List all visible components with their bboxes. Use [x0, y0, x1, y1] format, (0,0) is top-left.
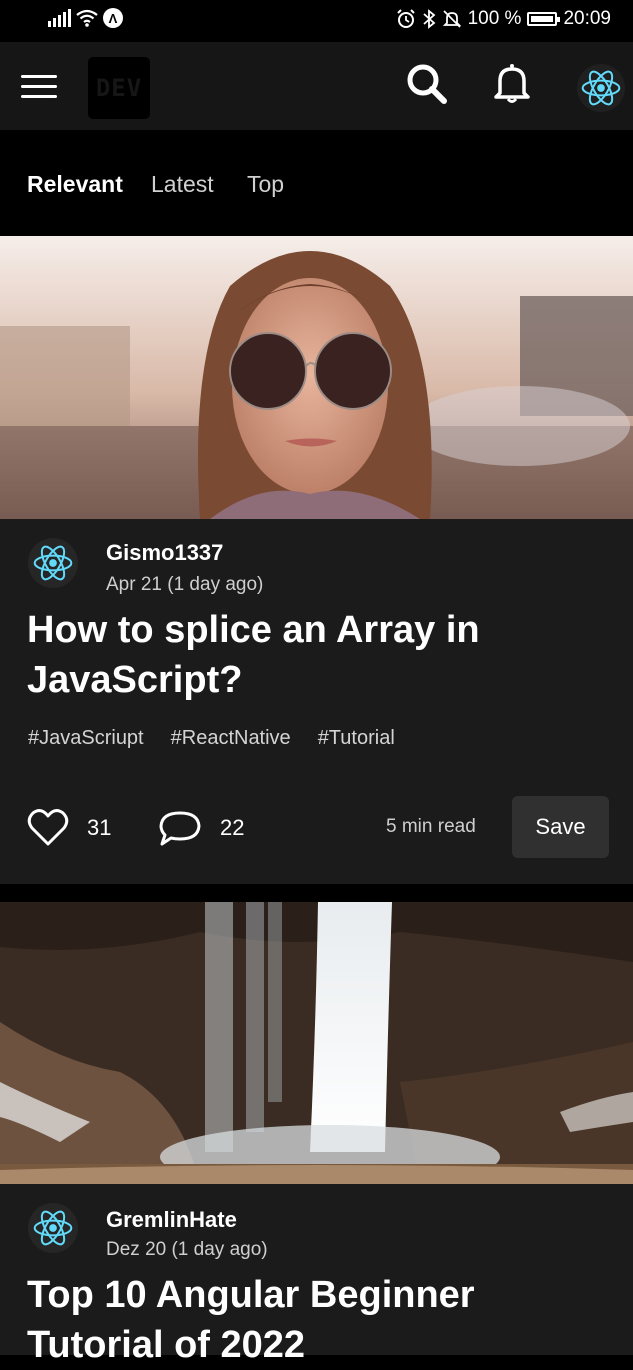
like-button[interactable]: 31	[27, 808, 111, 848]
app-header: DEV	[0, 42, 633, 130]
comment-icon	[159, 811, 201, 846]
battery-icon	[527, 12, 561, 26]
battery-percent: 100 %	[467, 8, 522, 29]
bell-icon[interactable]	[489, 60, 535, 106]
comment-count: 22	[220, 815, 245, 840]
menu-icon[interactable]	[21, 75, 57, 99]
post-date: Dez 20 (1 day ago)	[106, 1239, 268, 1260]
react-icon	[33, 542, 73, 584]
dev-logo[interactable]: DEV	[88, 57, 150, 119]
user-avatar[interactable]	[577, 64, 625, 112]
tag[interactable]: #Tutorial	[318, 727, 395, 750]
post-title[interactable]: Top 10 Angular Beginner Tutorial of 2022	[27, 1270, 607, 1370]
read-time: 5 min read	[386, 816, 476, 837]
wifi-icon	[76, 9, 98, 27]
search-icon[interactable]	[403, 60, 449, 106]
react-icon	[581, 67, 621, 109]
tab-top[interactable]: Top	[247, 171, 284, 198]
comment-button[interactable]: 22	[158, 808, 244, 848]
post-card[interactable]: GremlinHate Dez 20 (1 day ago) Top 10 An…	[0, 902, 633, 1366]
post-title[interactable]: How to splice an Array in JavaScript?	[27, 605, 607, 705]
feed-tabs: Relevant Latest Top	[0, 130, 633, 236]
bluetooth-icon	[422, 9, 435, 29]
card-divider	[0, 884, 633, 902]
tag[interactable]: #ReactNative	[171, 727, 291, 750]
author-name[interactable]: Gismo1337	[106, 540, 223, 566]
status-bar: Λ 100 % 20:09	[0, 0, 633, 42]
signal-icon	[48, 9, 71, 27]
author-avatar[interactable]	[28, 538, 78, 588]
heart-icon	[27, 809, 69, 846]
react-icon	[33, 1207, 73, 1249]
tag[interactable]: #JavaScriupt	[28, 727, 144, 750]
post-cover-image[interactable]	[0, 902, 633, 1184]
tab-relevant[interactable]: Relevant	[27, 171, 123, 198]
a-badge-icon: Λ	[103, 8, 123, 28]
author-avatar[interactable]	[28, 1203, 78, 1253]
save-button[interactable]: Save	[512, 796, 609, 858]
author-name[interactable]: GremlinHate	[106, 1207, 237, 1233]
post-date: Apr 21 (1 day ago)	[106, 574, 264, 595]
mute-icon	[442, 10, 461, 28]
post-card[interactable]: Gismo1337 Apr 21 (1 day ago) How to spli…	[0, 236, 633, 884]
like-count: 31	[87, 815, 112, 840]
tab-latest[interactable]: Latest	[151, 171, 214, 198]
clock: 20:09	[563, 8, 611, 29]
post-cover-image[interactable]	[0, 236, 633, 519]
post-actions: 31 22 5 min read Save	[0, 796, 633, 858]
alarm-icon	[396, 9, 415, 28]
tag-list: #JavaScriupt #ReactNative #Tutorial	[28, 727, 395, 750]
